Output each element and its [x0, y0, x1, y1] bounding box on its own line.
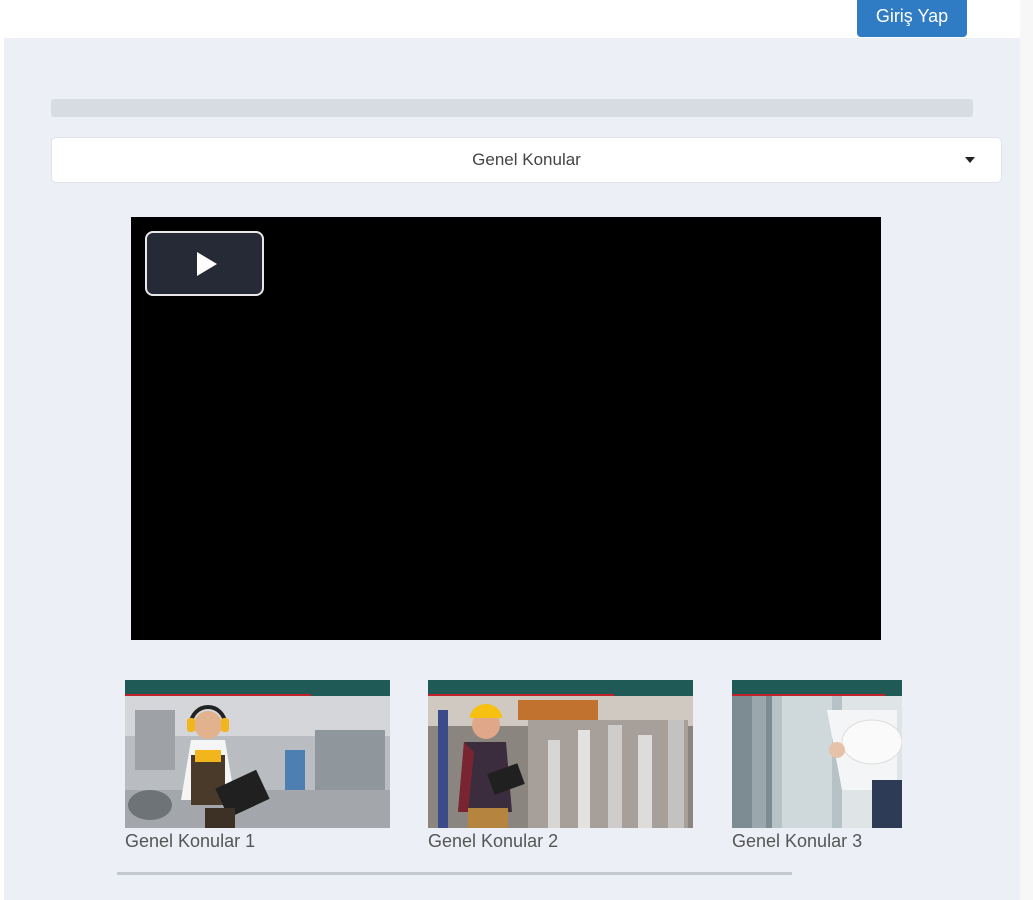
divider — [117, 872, 792, 875]
placeholder-bar — [51, 99, 973, 117]
video-player[interactable] — [131, 217, 881, 640]
thumbnail-image — [732, 680, 902, 828]
thumbnail-image — [428, 680, 693, 828]
video-thumbnail-2[interactable]: Genel Konular 2 — [428, 680, 693, 851]
login-button[interactable]: Giriş Yap — [857, 0, 967, 37]
play-button[interactable] — [145, 231, 264, 296]
caret-down-icon — [965, 157, 975, 163]
thumbnail-title: Genel Konular 2 — [428, 831, 559, 851]
video-thumbnail-1[interactable]: Genel Konular 1 — [125, 680, 390, 851]
video-thumbnail-3[interactable]: Genel Konular 3 — [732, 680, 902, 851]
thumbnail-banner — [125, 680, 390, 696]
category-select[interactable]: Genel Konular — [51, 137, 1002, 183]
thumbnail-title: Genel Konular 3 — [732, 831, 863, 851]
play-icon — [196, 251, 217, 276]
thumbnail-title: Genel Konular 1 — [125, 831, 256, 851]
thumbnail-image — [125, 680, 390, 828]
thumbnail-banner — [428, 680, 693, 696]
category-select-value: Genel Konular — [472, 150, 581, 169]
scrollbar-track[interactable] — [1020, 0, 1033, 900]
thumbnail-banner — [732, 680, 902, 696]
